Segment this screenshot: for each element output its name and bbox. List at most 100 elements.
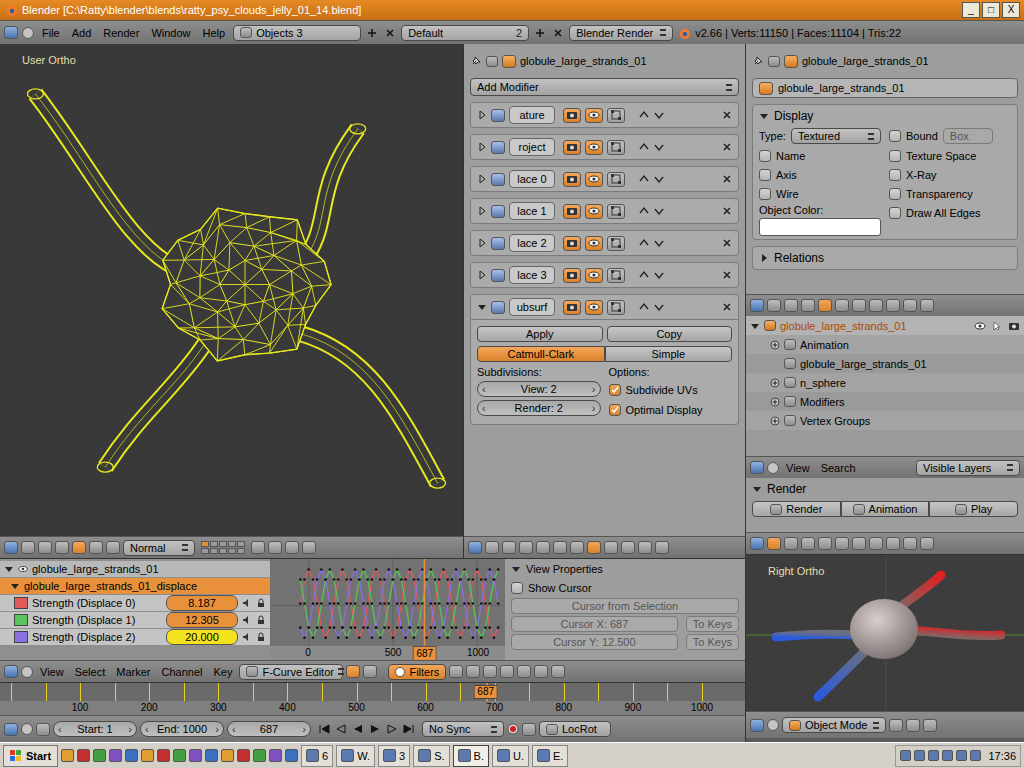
add-screen-icon[interactable] [533, 26, 547, 40]
channel-color-swatch[interactable] [14, 597, 28, 609]
keyframe-point[interactable] [337, 578, 340, 581]
display-checkbox[interactable]: Axis [759, 166, 881, 183]
rotate-icon[interactable] [89, 541, 103, 554]
snap-icon[interactable] [268, 541, 282, 554]
keyframe-point[interactable] [400, 602, 403, 605]
checkbox[interactable] [511, 582, 523, 594]
channel-value-field[interactable]: 8.187 [166, 595, 238, 611]
subdivision-type-option[interactable]: Catmull-Clark [477, 346, 605, 362]
keyframe-point[interactable] [493, 636, 496, 639]
keyframe-point[interactable] [375, 568, 378, 571]
checkbox[interactable] [889, 188, 901, 200]
add-scene-icon[interactable] [365, 26, 379, 40]
keyframe-point[interactable] [362, 568, 365, 571]
editor-type-icon[interactable] [750, 719, 764, 732]
expand-icon[interactable] [770, 359, 780, 369]
context-tab-icon[interactable] [801, 537, 815, 550]
keyframe-marker[interactable] [149, 683, 150, 701]
keyframe-point[interactable] [329, 568, 332, 571]
menu-item[interactable]: Select [71, 666, 110, 678]
context-tab-icon[interactable] [903, 537, 917, 550]
keyframe-point[interactable] [413, 578, 416, 581]
increment-icon[interactable]: › [302, 723, 306, 735]
fcurve-graph[interactable]: 05001000687 [270, 559, 505, 660]
keyframe-point[interactable] [392, 578, 395, 581]
modifier-row[interactable]: roject [470, 134, 739, 160]
keyframe-point[interactable] [358, 636, 361, 639]
keyframe-point[interactable] [434, 626, 437, 629]
editmode-toggle[interactable] [607, 140, 625, 155]
keyframe-point[interactable] [434, 578, 437, 581]
taskbar-item[interactable]: B. [453, 745, 489, 767]
panel-title[interactable]: Render [752, 481, 1018, 497]
checkbox[interactable] [889, 169, 901, 181]
keyframe-point[interactable] [320, 568, 323, 571]
keyframe-point[interactable] [400, 578, 403, 581]
shading-icon[interactable] [906, 719, 920, 732]
move-buttons[interactable] [639, 110, 664, 120]
context-tab-icon[interactable] [903, 299, 917, 312]
menu-item[interactable]: File [38, 27, 64, 39]
keyframe-point[interactable] [316, 602, 319, 605]
expand-icon[interactable] [759, 111, 769, 121]
editmode-toggle[interactable] [607, 108, 625, 123]
object-name-field[interactable]: globule_large_strands_01 [752, 78, 1018, 98]
keyframe-marker[interactable] [80, 683, 81, 701]
increment-icon[interactable]: › [128, 723, 132, 735]
expand-icon[interactable] [750, 321, 760, 331]
keyframe-point[interactable] [396, 568, 399, 571]
taskbar-item[interactable]: 6 [301, 745, 333, 767]
move-down-icon[interactable] [654, 302, 664, 312]
keyframe-point[interactable] [425, 636, 428, 639]
keyframe-point[interactable] [383, 626, 386, 629]
editmode-toggle[interactable] [607, 236, 625, 251]
fcurve[interactable] [299, 568, 499, 639]
render-toggle[interactable] [563, 204, 581, 219]
keyframe-point[interactable] [303, 578, 306, 581]
to-keys-button[interactable]: To Keys [686, 634, 739, 650]
keyframe-point[interactable] [463, 568, 466, 571]
subdivision-type-option[interactable]: Simple [605, 346, 733, 362]
keyframe-point[interactable] [320, 626, 323, 629]
channel-value-field[interactable]: 12.305 [166, 612, 238, 628]
remove-icon[interactable] [722, 302, 732, 312]
modifier-name[interactable]: lace 2 [509, 234, 555, 252]
to-keys-button[interactable]: To Keys [686, 616, 739, 632]
keyframe-point[interactable] [425, 578, 428, 581]
current-frame-line[interactable] [424, 559, 425, 646]
editor-type-icon[interactable] [750, 461, 764, 474]
keyframe-point[interactable] [442, 568, 445, 571]
keyframe-point[interactable] [455, 568, 458, 571]
filters-toggle[interactable]: Filters [388, 664, 446, 680]
keyframe-point[interactable] [312, 636, 315, 639]
keyframe-point[interactable] [341, 568, 344, 571]
keyframe-point[interactable] [375, 626, 378, 629]
keyframe-point[interactable] [358, 578, 361, 581]
keyframe-point[interactable] [438, 636, 441, 639]
layer-buttons[interactable] [201, 541, 245, 554]
keyframe-point[interactable] [413, 636, 416, 639]
checkbox[interactable] [889, 150, 901, 162]
checkbox[interactable] [889, 130, 901, 142]
decrement-icon[interactable]: ‹ [145, 723, 149, 735]
remove-icon[interactable] [722, 174, 732, 184]
decrement-icon[interactable]: ‹ [482, 383, 486, 395]
channel-action-row[interactable]: globule_large_strands_01_displace [0, 578, 270, 594]
context-tab-icon[interactable] [655, 541, 669, 554]
keyframe-point[interactable] [413, 602, 416, 605]
context-tab-icon[interactable] [784, 537, 798, 550]
keyframe-point[interactable] [446, 578, 449, 581]
quick-launch-icon[interactable] [205, 749, 218, 762]
filter-type-icon[interactable] [551, 665, 565, 678]
keyframe-point[interactable] [417, 626, 420, 629]
mute-icon[interactable] [242, 598, 252, 608]
tray-icon[interactable] [942, 750, 953, 761]
layer-button[interactable] [210, 548, 218, 554]
context-tab-icon[interactable] [570, 541, 584, 554]
expand-icon[interactable] [770, 416, 780, 426]
filter-type-icon[interactable] [534, 665, 548, 678]
modifier-name[interactable]: lace 1 [509, 202, 555, 220]
keyframe-marker[interactable] [357, 683, 358, 701]
editor-type-icon[interactable] [750, 537, 764, 550]
keyframe-point[interactable] [312, 602, 315, 605]
